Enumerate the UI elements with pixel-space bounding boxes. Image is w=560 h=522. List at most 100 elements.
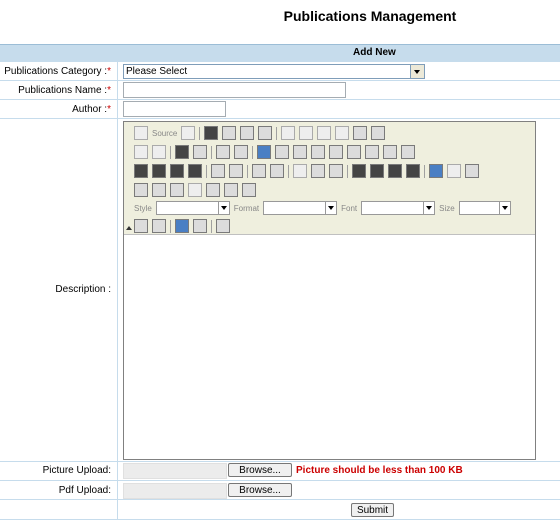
replace-icon[interactable]	[193, 145, 207, 159]
style-label: Style	[134, 203, 152, 213]
preview-icon[interactable]	[240, 126, 255, 140]
image-icon[interactable]	[134, 183, 148, 197]
horizontal-rule-icon[interactable]	[188, 183, 202, 197]
checkbox-icon[interactable]	[275, 145, 289, 159]
cut-icon[interactable]	[281, 126, 296, 140]
new-page-icon[interactable]	[222, 126, 237, 140]
source-button-label[interactable]: Source	[152, 129, 177, 138]
bold-icon[interactable]	[134, 164, 148, 178]
author-input[interactable]	[123, 101, 226, 117]
rich-text-editor[interactable]: Source Style Format Font Size	[123, 121, 536, 460]
spellcheck-icon[interactable]	[371, 126, 386, 140]
chevron-down-icon[interactable]	[423, 202, 435, 214]
publication-name-input[interactable]	[123, 82, 346, 98]
toolbar-separator	[199, 126, 201, 140]
toolbar-separator	[347, 164, 348, 178]
show-blocks-icon[interactable]	[193, 219, 207, 233]
font-label: Font	[341, 203, 358, 213]
save-icon[interactable]	[204, 126, 219, 140]
align-left-icon[interactable]	[352, 164, 366, 178]
form-header: Add New	[0, 44, 560, 62]
row-divider	[0, 118, 560, 119]
table-icon[interactable]	[170, 183, 184, 197]
superscript-icon[interactable]	[229, 164, 243, 178]
italic-icon[interactable]	[152, 164, 166, 178]
copy-icon[interactable]	[299, 126, 314, 140]
remove-format-icon[interactable]	[234, 145, 248, 159]
maximize-icon[interactable]	[175, 219, 189, 233]
about-icon[interactable]	[216, 219, 230, 233]
page-break-icon[interactable]	[242, 183, 256, 197]
templates-icon[interactable]	[181, 126, 196, 140]
size-combo[interactable]	[458, 201, 511, 215]
image-button-icon[interactable]	[383, 145, 397, 159]
redo-icon[interactable]	[152, 145, 166, 159]
textarea-icon[interactable]	[329, 145, 343, 159]
pdf-file-input[interactable]	[123, 483, 227, 499]
font-combo[interactable]	[361, 201, 436, 215]
picture-upload-label: Picture Upload:	[42, 465, 111, 476]
toolbar-separator	[252, 145, 253, 159]
bg-color-icon[interactable]	[152, 219, 166, 233]
select-all-icon[interactable]	[216, 145, 230, 159]
column-divider	[117, 62, 118, 519]
button-icon[interactable]	[365, 145, 379, 159]
toolbar-separator	[211, 145, 212, 159]
strike-icon[interactable]	[188, 164, 202, 178]
chevron-down-icon[interactable]	[325, 202, 337, 214]
page-title: Publications Management	[283, 8, 457, 24]
category-select-value: Please Select	[126, 66, 188, 77]
toolbar-separator	[170, 219, 171, 233]
smiley-icon[interactable]	[206, 183, 220, 197]
blockquote-icon[interactable]	[329, 164, 343, 178]
print-icon[interactable]	[353, 126, 368, 140]
text-color-icon[interactable]	[134, 219, 148, 233]
toolbar-row	[134, 181, 256, 199]
select-field-icon[interactable]	[347, 145, 361, 159]
style-combo[interactable]	[155, 201, 230, 215]
picture-browse-button[interactable]: Browse...	[228, 463, 292, 477]
ordered-list-icon[interactable]	[252, 164, 266, 178]
textfield-icon[interactable]	[311, 145, 325, 159]
chevron-down-icon[interactable]	[217, 202, 229, 214]
row-divider	[0, 99, 560, 100]
editor-toolbar: Source Style Format Font Size	[124, 122, 535, 235]
row-divider	[0, 461, 560, 462]
format-combo[interactable]	[263, 201, 338, 215]
submit-button[interactable]: Submit	[351, 503, 394, 517]
toolbar-separator	[206, 164, 207, 178]
outdent-icon[interactable]	[293, 164, 307, 178]
unordered-list-icon[interactable]	[270, 164, 284, 178]
underline-icon[interactable]	[170, 164, 184, 178]
radio-icon[interactable]	[293, 145, 307, 159]
special-char-icon[interactable]	[224, 183, 238, 197]
size-label: Size	[439, 203, 455, 213]
paste-icon[interactable]	[258, 126, 273, 140]
chevron-down-icon[interactable]	[498, 202, 510, 214]
source-icon[interactable]	[134, 126, 148, 140]
editor-content-area[interactable]	[124, 235, 535, 459]
find-icon[interactable]	[175, 145, 189, 159]
align-right-icon[interactable]	[388, 164, 402, 178]
justify-icon[interactable]	[406, 164, 420, 178]
picture-file-input[interactable]	[123, 463, 227, 479]
category-select[interactable]: Please Select	[123, 64, 425, 79]
toolbar-separator	[170, 145, 171, 159]
flash-icon[interactable]	[152, 183, 166, 197]
form-icon[interactable]	[257, 145, 271, 159]
unlink-icon[interactable]	[447, 164, 461, 178]
undo-icon[interactable]	[134, 145, 148, 159]
link-icon[interactable]	[429, 164, 443, 178]
paste-text-icon[interactable]	[317, 126, 332, 140]
chevron-down-icon[interactable]	[410, 65, 424, 78]
align-center-icon[interactable]	[370, 164, 384, 178]
anchor-icon[interactable]	[465, 164, 479, 178]
subscript-icon[interactable]	[211, 164, 225, 178]
hidden-field-icon[interactable]	[401, 145, 415, 159]
toolbar-row	[134, 217, 230, 235]
indent-icon[interactable]	[311, 164, 325, 178]
collapse-toolbar-icon[interactable]	[126, 226, 132, 230]
toolbar-separator	[288, 164, 289, 178]
pdf-browse-button[interactable]: Browse...	[228, 483, 292, 497]
paste-word-icon[interactable]	[335, 126, 350, 140]
